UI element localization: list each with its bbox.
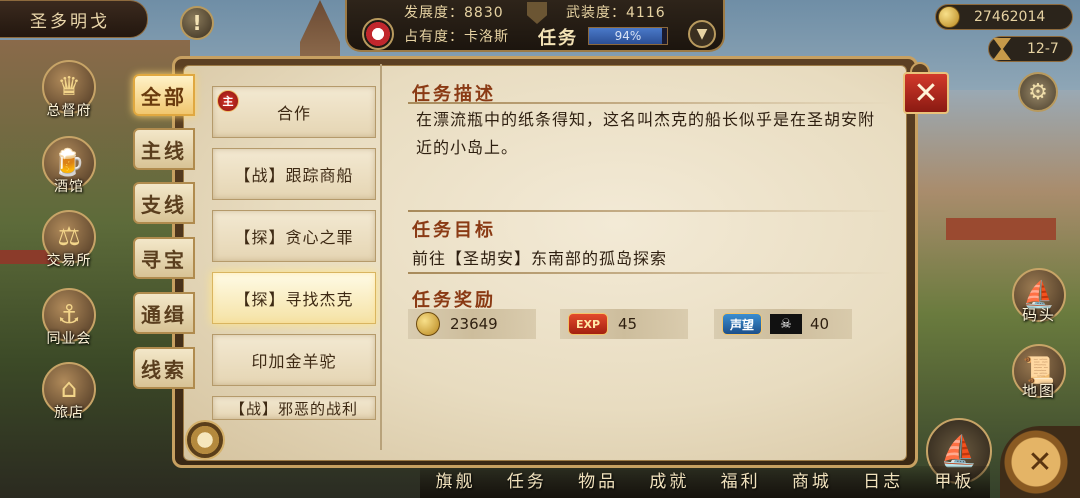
inn-button[interactable]: ⌂ 旅店 <box>34 362 104 432</box>
background-church-tower <box>300 0 340 60</box>
governor-mansion-button[interactable]: ♛ 总督府 <box>34 60 104 130</box>
crossed-swords-icon[interactable]: ✕ <box>1000 426 1080 498</box>
reputation-icon: 声望 <box>722 313 762 335</box>
quest-list-item-selected[interactable]: 【探】寻找杰克 <box>212 272 376 324</box>
menu-achievements[interactable]: 成就 <box>634 466 705 498</box>
tab-wanted[interactable]: 通缉 <box>133 292 195 334</box>
quest-description: 在漂流瓶中的纸条得知，这名叫杰克的船长似乎是在圣胡安附近的小岛上。 <box>416 110 876 157</box>
tavern-button[interactable]: 🍺 酒馆 <box>34 136 104 206</box>
section-divider <box>408 210 892 212</box>
list-divider <box>380 64 382 450</box>
quest-list-item[interactable]: 印加金羊驼 <box>212 334 376 386</box>
map-label: 地图 <box>1021 382 1056 400</box>
quest-progress-text: 94% <box>614 29 642 43</box>
nation-flag-icon[interactable] <box>362 18 394 50</box>
tab-all[interactable]: 全部 <box>133 74 195 116</box>
governor-mansion-label: 总督府 <box>46 103 92 119</box>
menu-log[interactable]: 日志 <box>848 466 919 498</box>
bottom-menu: 旗舰 任务 物品 成就 福利 商城 日志 甲板 <box>420 466 990 498</box>
menu-deck[interactable]: 甲板 <box>919 466 990 498</box>
date-text: 12-7 <box>1027 41 1059 57</box>
section-divider <box>408 272 892 274</box>
quest-progress-label: 任务 <box>538 28 578 49</box>
alert-button[interactable]: ! <box>180 6 214 40</box>
occupation-stat: 占有度：卡洛斯 <box>404 29 509 45</box>
dock-label: 码头 <box>1021 306 1056 324</box>
armament-stat: 武装度：4116 <box>566 5 666 21</box>
reward-exp: EXP 45 <box>560 309 688 339</box>
pirate-flag-icon: ☠ <box>770 314 802 334</box>
objective-title: 任务目标 <box>412 220 496 241</box>
quest-list-item[interactable]: 【战】邪恶的战利 <box>212 396 376 420</box>
compass-icon <box>185 420 225 460</box>
tab-treasure[interactable]: 寻宝 <box>133 237 195 279</box>
tab-side[interactable]: 支线 <box>133 182 195 224</box>
reward-gold: 23649 <box>408 309 536 339</box>
tab-main[interactable]: 主线 <box>133 128 195 170</box>
gear-icon[interactable]: ⚙ <box>1018 72 1058 112</box>
quest-objective: 前往【圣胡安】东南部的孤岛探索 <box>412 249 668 268</box>
reward-gold-amount: 23649 <box>450 315 498 333</box>
section-divider <box>408 102 892 104</box>
main-quest-badge: 主 <box>217 90 239 112</box>
menu-shop[interactable]: 商城 <box>776 466 847 498</box>
city-name: 圣多明戈 <box>0 0 148 38</box>
reward-exp-amount: 45 <box>618 315 638 333</box>
background-roof <box>946 218 1056 240</box>
gold-coin-icon <box>938 6 960 28</box>
gold-coin-icon <box>416 312 440 336</box>
menu-flagship[interactable]: 旗舰 <box>420 466 491 498</box>
menu-items[interactable]: 物品 <box>563 466 634 498</box>
tavern-label: 酒馆 <box>54 179 84 195</box>
gold-amount: 27462014 <box>974 9 1046 25</box>
chevron-down-icon[interactable]: ▼ <box>688 20 716 48</box>
gold-display: 27462014 <box>935 4 1073 30</box>
quest-list-item[interactable]: 【探】贪心之罪 <box>212 210 376 262</box>
date-display: 12-7 <box>988 36 1073 62</box>
quest-progress-bar: 94% <box>588 27 668 45</box>
exchange-button[interactable]: ⚖ 交易所 <box>34 210 104 280</box>
close-button[interactable]: ✕ <box>903 72 949 114</box>
development-stat: 发展度：8830 <box>404 5 504 21</box>
menu-quests[interactable]: 任务 <box>491 466 562 498</box>
quest-list-item[interactable]: 【战】跟踪商船 <box>212 148 376 200</box>
dock-button[interactable]: ⛵ 码头 <box>1004 268 1074 338</box>
exp-icon: EXP <box>568 313 608 335</box>
menu-welfare[interactable]: 福利 <box>705 466 776 498</box>
inn-label: 旅店 <box>54 405 84 421</box>
reward-reputation-amount: 40 <box>810 315 830 333</box>
reward-reputation: 声望 ☠ 40 <box>714 309 852 339</box>
hourglass-icon <box>993 38 1011 60</box>
guild-button[interactable]: ⚓ 同业会 <box>34 288 104 358</box>
tab-clues[interactable]: 线索 <box>133 347 195 389</box>
guild-label: 同业会 <box>46 331 92 347</box>
map-button[interactable]: 📜 地图 <box>1004 344 1074 414</box>
exchange-label: 交易所 <box>46 253 92 269</box>
